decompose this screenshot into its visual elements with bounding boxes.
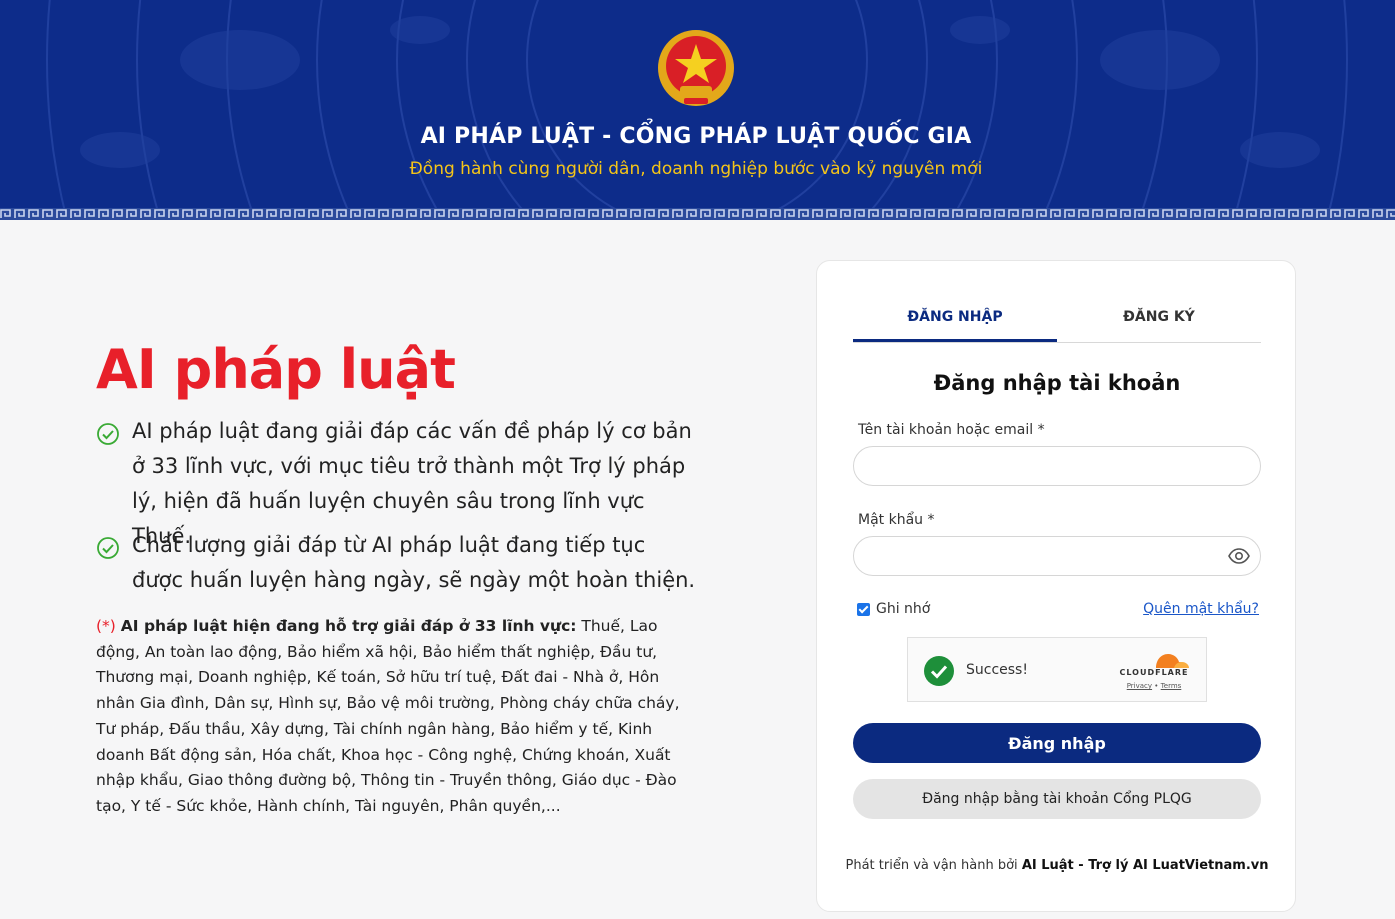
- login-button[interactable]: Đăng nhập: [853, 723, 1261, 763]
- password-field[interactable]: [853, 536, 1261, 576]
- national-emblem-icon: [658, 30, 734, 106]
- tab-login[interactable]: ĐĂNG NHẬP: [853, 303, 1057, 342]
- forgot-password-link[interactable]: Quên mật khẩu?: [1143, 601, 1259, 617]
- check-circle-icon: [97, 537, 119, 559]
- fret-border-pattern: [0, 208, 1395, 220]
- captcha-widget[interactable]: Success! CLOUDFLARE Privacy • Terms: [907, 637, 1207, 702]
- password-label: Mật khẩu *: [858, 512, 935, 528]
- cloudflare-brand: CLOUDFLARE: [1119, 668, 1189, 677]
- captcha-links: Privacy • Terms: [1116, 682, 1192, 690]
- privacy-link[interactable]: Privacy: [1127, 682, 1152, 690]
- remember-label: Ghi nhớ: [876, 601, 931, 617]
- credit-brand: AI Luật - Trợ lý AI LuatVietnam.vn: [1021, 858, 1269, 873]
- credit-prefix: Phát triển và vận hành bởi: [845, 858, 1018, 873]
- site-header: AI PHÁP LUẬT - CỔNG PHÁP LUẬT QUỐC GIA Đ…: [0, 0, 1395, 220]
- success-check-icon: [924, 656, 954, 686]
- footer-credit: Phát triển và vận hành bởi AI Luật - Trợ…: [817, 858, 1297, 873]
- username-label: Tên tài khoản hoặc email *: [858, 422, 1045, 438]
- terms-link[interactable]: Terms: [1161, 682, 1182, 690]
- captcha-status: Success!: [966, 662, 1028, 678]
- site-title: AI PHÁP LUẬT - CỔNG PHÁP LUẬT QUỐC GIA: [420, 124, 972, 149]
- feature-text: Chất lượng giải đáp từ AI pháp luật đang…: [132, 533, 696, 592]
- portal-login-button[interactable]: Đăng nhập bằng tài khoản Cổng PLQG: [853, 779, 1261, 819]
- hero-title: AI pháp luật: [96, 338, 456, 401]
- remember-checkbox[interactable]: [857, 602, 870, 616]
- note-heading: AI pháp luật hiện đang hỗ trợ giải đáp ở…: [120, 617, 577, 635]
- feature-item: Chất lượng giải đáp từ AI pháp luật đang…: [96, 528, 696, 598]
- fields-note: (*) AI pháp luật hiện đang hỗ trợ giải đ…: [96, 614, 692, 820]
- site-subtitle: Đồng hành cùng người dân, doanh nghiệp b…: [409, 159, 983, 179]
- login-title: Đăng nhập tài khoản: [933, 371, 1181, 395]
- username-field[interactable]: [853, 446, 1261, 486]
- note-fields-list: Thuế, Lao động, An toàn lao động, Bảo hi…: [96, 617, 680, 815]
- note-asterisk: (*): [96, 617, 116, 635]
- link-separator: •: [1154, 682, 1159, 690]
- check-circle-icon: [97, 423, 119, 445]
- remember-me[interactable]: Ghi nhớ: [857, 601, 930, 617]
- eye-icon[interactable]: [1228, 548, 1250, 564]
- tab-register[interactable]: ĐĂNG KÝ: [1057, 303, 1261, 342]
- login-card: ĐĂNG NHẬP ĐĂNG KÝ Đăng nhập tài khoản Tê…: [816, 260, 1296, 912]
- auth-tabs: ĐĂNG NHẬP ĐĂNG KÝ: [853, 303, 1261, 343]
